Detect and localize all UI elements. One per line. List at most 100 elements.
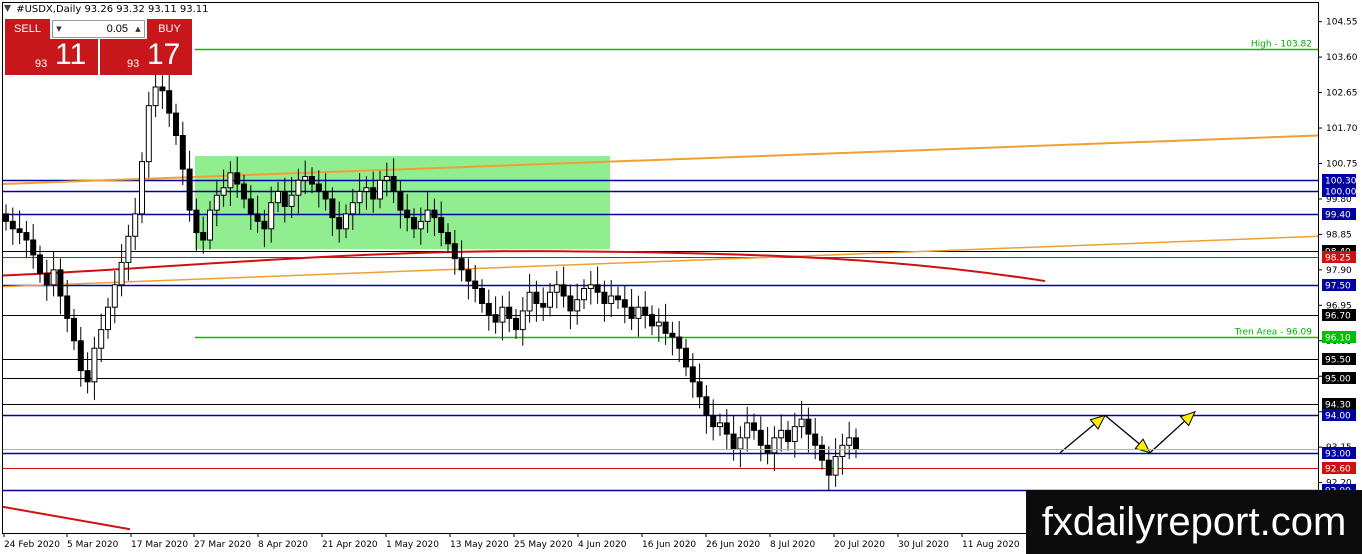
candle-body-93 [635, 306, 642, 319]
sell-price-small: 93 [35, 58, 48, 70]
candle-body-104 [710, 414, 717, 428]
sell-price-big: 11 [55, 38, 87, 71]
candle-21 [145, 91, 152, 178]
candle-body-113 [771, 437, 778, 454]
candle-body-1 [9, 220, 16, 230]
candle-91 [621, 285, 628, 324]
y-tick-label-4: 100.75 [1326, 159, 1358, 169]
candle-body-105 [717, 422, 723, 428]
candle-body-41 [281, 190, 288, 207]
candle-body-58 [397, 190, 404, 211]
candle-92 [628, 288, 635, 330]
candle-body-26 [179, 135, 186, 170]
candle-83 [567, 284, 574, 330]
candle-body-124 [846, 437, 853, 446]
candle-body-51 [349, 202, 356, 215]
candle-69 [472, 265, 479, 303]
candle-81 [553, 270, 560, 309]
candle-body-98 [669, 332, 676, 338]
triangle-up-icon[interactable]: ▲ [132, 22, 144, 36]
candle-body-11 [77, 340, 84, 372]
candle-body-76 [519, 310, 526, 331]
candle-body-31 [213, 194, 220, 211]
candle-body-16 [111, 284, 118, 308]
candle-body-70 [479, 288, 485, 304]
lot-size-field[interactable]: ▼ 0.05 ▲ [52, 20, 145, 38]
candle-body-78 [533, 291, 540, 304]
x-tick-label-9: 4 Jun 2020 [578, 540, 627, 550]
candle-body-86 [587, 284, 594, 290]
candle-117 [798, 400, 805, 439]
y-tick-label-3: 101.70 [1326, 124, 1358, 134]
candle-body-36 [247, 198, 254, 215]
candle-15 [105, 297, 111, 339]
sell-button[interactable]: SELL [5, 19, 50, 39]
candle-71 [485, 289, 492, 331]
candle-102 [696, 363, 703, 409]
candle-body-106 [723, 422, 730, 435]
candle-body-75 [513, 317, 519, 331]
candle-body-46 [315, 183, 322, 192]
y-tick-label-7: 97.90 [1326, 266, 1352, 276]
chart-menu-icon[interactable] [4, 5, 11, 12]
candle-body-92 [628, 306, 635, 319]
lot-size-value[interactable]: 0.05 [67, 21, 130, 37]
candle-body-17 [118, 261, 125, 286]
level-tag-2: 100.00 [1325, 188, 1357, 198]
candle-body-89 [608, 295, 615, 304]
symbol-header: #USDX,Daily 93.26 93.32 93.11 93.11 [4, 4, 209, 15]
candle-body-102 [696, 381, 703, 398]
x-tick-label-13: 20 Jul 2020 [834, 540, 885, 550]
x-tick-label-4: 8 Apr 2020 [258, 540, 308, 550]
x-tick-label-7: 13 May 2020 [450, 540, 509, 550]
candle-109 [744, 406, 751, 452]
candle-120 [819, 435, 825, 470]
triangle-down-icon[interactable]: ▼ [53, 22, 65, 36]
y-tick-label-6: 98.85 [1326, 230, 1352, 240]
sell-price-box[interactable]: 93 11 [5, 38, 98, 75]
candle-8 [57, 258, 64, 315]
candle-3 [23, 220, 30, 259]
candle-body-40 [275, 190, 281, 204]
candle-body-91 [621, 299, 628, 308]
candle-body-21 [145, 105, 152, 163]
candle-body-84 [574, 299, 581, 312]
candle-99 [676, 321, 683, 363]
candle-body-116 [791, 426, 798, 443]
candle-body-72 [492, 314, 499, 323]
candle-body-2 [16, 228, 23, 234]
candle-body-5 [37, 254, 43, 275]
candle-80 [547, 282, 553, 317]
level-tag-13: 93.00 [1325, 450, 1351, 460]
candle-86 [587, 270, 594, 305]
candle-body-39 [268, 202, 275, 230]
candle-6 [43, 259, 50, 301]
candle-100 [683, 338, 689, 377]
candle-26 [179, 121, 186, 186]
level-tag-12: 94.00 [1325, 412, 1351, 422]
forecast-arrowhead-0 [1089, 414, 1106, 430]
candle-body-22 [152, 86, 159, 107]
candle-body-74 [506, 306, 513, 319]
candle-body-27 [186, 168, 193, 211]
candle-body-32 [220, 187, 227, 196]
price-chart: High - 103.82 Tren Area - 96.09 104.55 103… [2, 2, 1358, 550]
candle-18 [125, 224, 132, 281]
candle-body-120 [819, 444, 825, 461]
candle-body-101 [689, 366, 696, 383]
candle-body-44 [302, 176, 309, 181]
candle-body-19 [132, 213, 139, 237]
candle-body-45 [309, 176, 315, 185]
y-tick-label-1: 103.60 [1326, 53, 1358, 63]
candle-body-7 [50, 269, 57, 286]
candle-98 [669, 321, 676, 356]
candle-body-67 [458, 258, 465, 271]
x-tick-label-11: 26 Jun 2020 [706, 540, 760, 550]
candle-body-110 [751, 422, 757, 431]
candle-74 [506, 291, 513, 333]
buy-button[interactable]: BUY [147, 19, 192, 39]
buy-price-box[interactable]: 93 17 [100, 38, 192, 75]
candle-body-9 [64, 295, 71, 319]
candle-body-71 [485, 302, 492, 316]
candle-body-81 [553, 284, 560, 293]
